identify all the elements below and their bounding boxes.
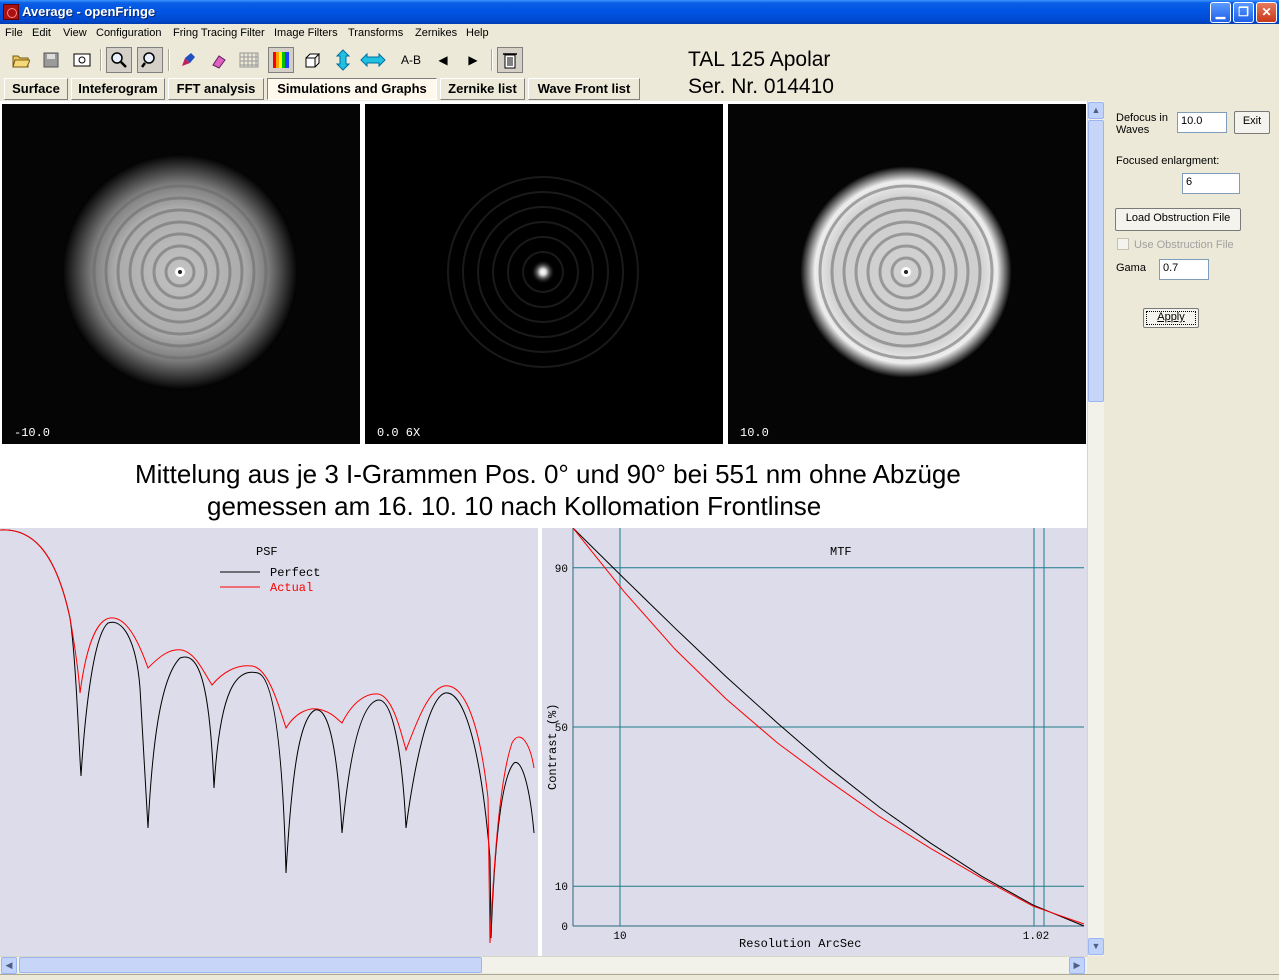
scroll-down-arrow-icon[interactable]: ▼ [1088,938,1104,955]
status-bar [0,974,1279,980]
scope-serial: Ser. Nr. 014410 [688,75,834,98]
save-disk-icon[interactable] [38,47,64,73]
app-icon[interactable] [3,4,19,20]
mtf-y-tick-label: 0 [561,922,568,934]
eraser-icon[interactable] [205,47,231,73]
menu-bar: File Edit View Configuration Fring Traci… [0,24,1279,44]
menu-view[interactable]: View [63,27,87,39]
menu-file[interactable]: File [5,27,23,39]
gama-label: Gama [1116,262,1146,274]
menu-help[interactable]: Help [466,27,489,39]
simulation-controls-panel: Defocus in Waves 10.0 Exit Focused enlar… [1105,101,1279,973]
airy-disk-image [365,104,723,444]
tab-fft-analysis[interactable]: FFT analysis [168,78,264,100]
content-horizontal-scrollbar[interactable]: ◀ ▶ [0,956,1087,974]
mtf-graph: 0 10 50 90 10 1.02 MTF Resolution ArcSec Cont… [542,527,1087,956]
mtf-actual-line [572,527,1085,925]
scroll-right-arrow-icon[interactable]: ▶ [1069,957,1085,974]
close-button[interactable]: ✕ [1256,2,1277,23]
title-bar[interactable]: Average - openFringe ▁ ❐ ✕ [0,0,1279,24]
mtf-title: MTF [830,545,852,559]
simulation-content: -10.0 0.0 6X 10.0 Mittelung aus je 3 I-G… [0,101,1087,956]
tab-inteferogram[interactable]: Inteferogram [71,78,165,100]
trash-icon[interactable] [497,47,523,73]
mtf-x-tick-label: 10 [613,931,626,943]
3d-view-icon[interactable] [299,47,325,73]
focused-enlargement-input[interactable]: 6 [1182,173,1240,194]
next-arrow-icon[interactable]: ▶ [460,47,486,73]
exit-button[interactable]: Exit [1234,111,1270,134]
mtf-y-tick-label: 90 [555,564,568,576]
content-vertical-scrollbar[interactable]: ▲ ▼ [1087,101,1104,956]
gama-input[interactable]: 0.7 [1159,259,1209,280]
star-image-label: -10.0 [14,426,51,440]
toolbar: A-B ◀ ▶ [0,45,680,75]
minimize-button[interactable]: ▁ [1210,2,1231,23]
maximize-button[interactable]: ❐ [1233,2,1254,23]
defocused-rings-image [728,104,1086,444]
tab-simulations-and-graphs[interactable]: Simulations and Graphs [267,78,437,100]
tab-surface[interactable]: Surface [4,78,68,100]
menu-configuration[interactable]: Configuration [96,27,161,39]
horizontal-scroll-thumb[interactable] [19,957,482,973]
zoom-in-icon[interactable] [106,47,132,73]
use-obstruction-label: Use Obstruction File [1134,239,1234,251]
star-test-image-outside-focus: 10.0 [728,104,1086,444]
apply-button[interactable]: Apply [1143,308,1199,328]
use-obstruction-checkbox[interactable] [1117,238,1129,250]
scroll-left-arrow-icon[interactable]: ◀ [1,957,17,974]
mtf-x-tick-label: 1.02 [1023,931,1049,943]
tab-wave-front-list[interactable]: Wave Front list [528,78,640,100]
defocus-input[interactable]: 10.0 [1177,112,1227,133]
psf-actual-line [0,529,535,944]
horizontal-arrows-icon[interactable] [360,47,386,73]
menu-image-filters[interactable]: Image Filters [274,27,338,39]
menu-zernikes[interactable]: Zernikes [415,27,457,39]
app-window: Average - openFringe ▁ ❐ ✕ File Edit Vie… [0,0,1279,980]
mtf-chart: 010509010 1.02 MTF Resolution ArcSec Cont… [546,527,1085,951]
menu-fring-tracing-filter[interactable]: Fring Tracing Filter [173,27,265,39]
load-obstruction-file-button[interactable]: Load Obstruction File [1115,208,1241,231]
grid-icon[interactable] [236,47,262,73]
star-image-label: 0.0 6X [377,426,421,440]
previous-arrow-icon[interactable]: ◀ [430,47,456,73]
scroll-up-arrow-icon[interactable]: ▲ [1088,102,1104,119]
measurement-note-line2: gemessen am 16. 10. 10 nach Kollomation … [207,491,822,521]
open-folder-icon[interactable] [8,47,34,73]
pen-icon[interactable] [175,47,201,73]
psf-perfect-line [0,529,535,939]
window-title: Average - openFringe [22,4,156,19]
legend-label-perfect: Perfect [270,566,320,580]
star-test-image-focus: 0.0 6X [365,104,723,444]
zoom-out-icon[interactable] [137,47,163,73]
mtf-y-tick-label: 10 [555,882,568,894]
camera-icon[interactable] [69,47,95,73]
focused-enlargement-label: Focused enlargment: [1116,155,1220,167]
menu-transforms[interactable]: Transforms [348,27,403,39]
defocus-label: Defocus in Waves [1116,112,1168,136]
defocused-rings-image [2,104,360,444]
psf-graph: PSF Perfect Actual [0,528,538,956]
measurement-note-line1: Mittelung aus je 3 I-Grammen Pos. 0° und… [135,459,961,489]
vertical-arrows-icon[interactable] [330,47,356,73]
star-test-image-inside-focus: -10.0 [2,104,360,444]
menu-edit[interactable]: Edit [32,27,51,39]
mtf-x-axis-label: Resolution ArcSec [739,937,861,951]
legend-label-actual: Actual [270,581,313,595]
psf-chart: PSF Perfect Actual [0,529,535,944]
star-image-label: 10.0 [740,426,769,440]
color-spectrum-icon[interactable] [268,47,294,73]
scope-title: TAL 125 Apolar [688,48,831,71]
tab-zernike-list[interactable]: Zernike list [440,78,525,100]
psf-title: PSF [256,545,278,559]
a-minus-b-button[interactable]: A-B [396,47,426,73]
vertical-scroll-thumb[interactable] [1088,120,1104,402]
mtf-y-axis-label: Contrast (%) [546,704,560,790]
mtf-grid [572,528,1084,927]
